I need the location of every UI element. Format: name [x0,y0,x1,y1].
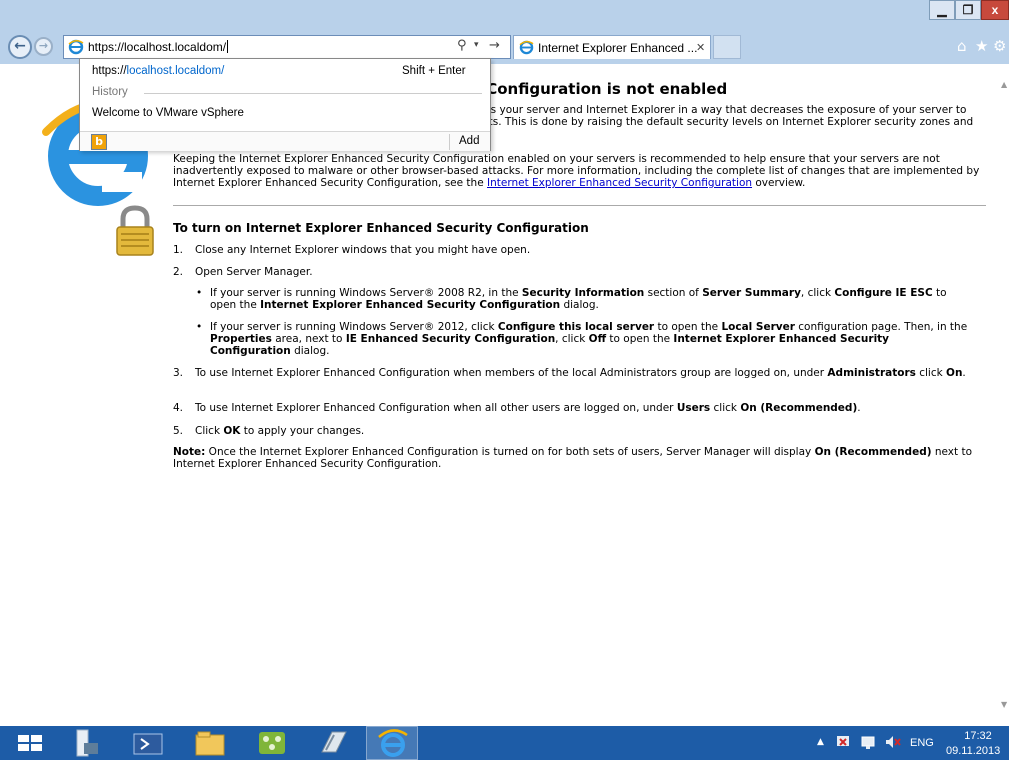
autocomplete-url-item[interactable]: https://localhost.localdom/ [92,65,224,77]
powershell-icon [133,733,163,755]
client-app-icon [321,731,347,753]
ie-page-icon [68,39,84,55]
show-hidden-icons-button[interactable]: ▲ [817,737,824,747]
tab-label: Internet Explorer Enhanced ... [538,41,698,55]
taskbar-app-client[interactable] [310,726,358,760]
address-bar[interactable]: https://localhost.localdom/ ⚲ ▾ → [63,35,511,59]
bing-icon[interactable]: b [91,134,107,150]
section-heading: To turn on Internet Explorer Enhanced Se… [173,221,589,235]
action-center-flag-icon[interactable] [835,734,851,750]
clock-date[interactable]: 09.11.2013 [946,745,1000,757]
start-button[interactable] [8,726,56,760]
server-manager-icon [76,729,98,757]
gear-icon[interactable]: ⚙ [993,37,1006,55]
history-heading: History [92,86,128,98]
vertical-scrollbar[interactable] [1000,66,1009,722]
history-item[interactable]: Welcome to VMware vSphere [92,107,244,119]
lock-icon [116,205,154,256]
minimize-button[interactable]: ▁ [929,0,955,20]
address-autocomplete-dropdown: https://localhost.localdom/ Shift + Ente… [79,58,491,151]
autocomplete-footer: b Add [80,131,490,151]
network-icon[interactable] [860,734,876,750]
tab-close-icon[interactable]: ✕ [696,41,705,54]
home-icon[interactable]: ⌂ [957,37,967,55]
history-divider [144,93,482,94]
taskbar-internet-explorer[interactable] [366,726,418,760]
volume-muted-icon[interactable] [884,734,902,750]
esc-overview-link[interactable]: Internet Explorer Enhanced Security Conf… [487,177,752,189]
add-search-provider-button[interactable]: Add [459,135,479,147]
recommendation-paragraph: Keeping the Internet Explorer Enhanced S… [173,153,980,189]
input-language-indicator[interactable]: ENG [910,737,934,749]
maximize-button[interactable]: ❐ [955,0,981,20]
new-tab-button[interactable] [713,35,741,59]
taskbar-app-network[interactable] [248,726,296,760]
ie-tab-icon [519,40,534,55]
clock-time[interactable]: 17:32 [958,730,998,742]
favorites-icon[interactable]: ★ [975,37,988,55]
folder-icon [195,731,225,756]
address-input[interactable]: https://localhost.localdom/ [88,40,229,54]
chevron-down-icon[interactable]: ▾ [474,40,479,50]
scroll-up-icon[interactable]: ▲ [1001,80,1007,89]
windows-logo-icon [18,735,42,751]
autocomplete-shortcut-hint: Shift + Enter [402,65,466,77]
tab-active[interactable]: Internet Explorer Enhanced ... ✕ [513,35,711,59]
go-button[interactable]: → [489,38,500,53]
close-button[interactable]: x [981,0,1009,20]
title-bar: ▁ ❐ x [0,0,1009,30]
browser-chrome: ▁ ❐ x ← → https://localhost.localdom/ ⚲ … [0,0,1009,64]
taskbar-powershell[interactable] [124,726,172,760]
search-icon[interactable]: ⚲ [457,38,467,53]
section-divider [173,205,986,206]
back-button[interactable]: ← [8,35,32,59]
taskbar-server-manager[interactable] [62,726,110,760]
footer-divider [449,134,450,150]
green-app-icon [259,732,285,754]
taskbar-file-explorer[interactable] [186,726,234,760]
forward-button[interactable]: → [34,37,53,56]
note-paragraph: Note: Once the Internet Explorer Enhance… [173,446,972,470]
scroll-down-icon[interactable]: ▼ [1001,700,1007,709]
text-caret [227,40,229,53]
taskbar [0,726,1009,760]
ie-icon [378,729,408,757]
